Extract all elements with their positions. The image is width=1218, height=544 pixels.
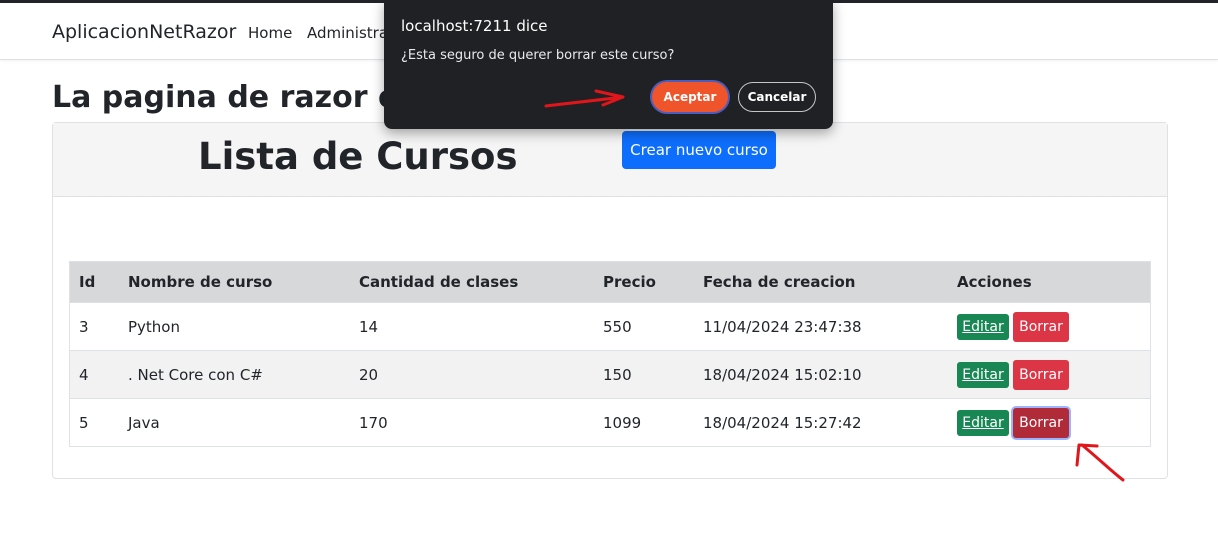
cell-id: 4 [69, 350, 119, 399]
cell-date: 18/04/2024 15:02:10 [694, 350, 948, 399]
cell-classes: 14 [350, 302, 594, 351]
edit-button[interactable]: Editar [957, 409, 1009, 436]
nav-link-administracion[interactable]: Administra [307, 24, 388, 42]
cell-date: 18/04/2024 15:27:42 [694, 398, 948, 447]
dialog-origin: localhost:7211 dice [401, 17, 548, 35]
accept-button[interactable]: Aceptar [652, 82, 728, 112]
nav-link-home[interactable]: Home [248, 24, 292, 42]
column-header-classes: Cantidad de clases [350, 261, 594, 303]
column-header-name: Nombre de curso [119, 261, 350, 303]
cell-name: Python [119, 302, 350, 351]
cell-name: Java [119, 398, 350, 447]
column-header-actions: Acciones [948, 261, 1151, 303]
cell-classes: 20 [350, 350, 594, 399]
create-course-button[interactable]: Crear nuevo curso [622, 131, 776, 169]
table-header-row: Id Nombre de curso Cantidad de clases Pr… [69, 261, 1151, 303]
card-title: Lista de Cursos [198, 135, 518, 178]
table-row: 3 Python 14 550 11/04/2024 23:47:38 Edit… [69, 302, 1151, 351]
cancel-button[interactable]: Cancelar [738, 82, 816, 112]
courses-card: Lista de Cursos Crear nuevo curso Id Nom… [52, 122, 1168, 479]
cell-price: 1099 [594, 398, 694, 447]
delete-button[interactable]: Borrar [1013, 359, 1069, 390]
cell-actions: Editar Borrar [948, 302, 1151, 351]
column-header-date: Fecha de creacion [694, 261, 948, 303]
column-header-price: Precio [594, 261, 694, 303]
cell-actions: Editar Borrar [948, 350, 1151, 399]
table-row: 4 . Net Core con C# 20 150 18/04/2024 15… [69, 350, 1151, 399]
cell-price: 150 [594, 350, 694, 399]
edit-button[interactable]: Editar [957, 361, 1009, 388]
cell-classes: 170 [350, 398, 594, 447]
cell-price: 550 [594, 302, 694, 351]
courses-table: Id Nombre de curso Cantidad de clases Pr… [69, 261, 1151, 447]
card-header: Lista de Cursos Crear nuevo curso [53, 123, 1167, 197]
cell-id: 3 [69, 302, 119, 351]
delete-button[interactable]: Borrar [1013, 311, 1069, 342]
cell-name: . Net Core con C# [119, 350, 350, 399]
edit-button[interactable]: Editar [957, 313, 1009, 340]
brand-link[interactable]: AplicacionNetRazor [52, 21, 236, 43]
column-header-id: Id [69, 261, 119, 303]
cell-id: 5 [69, 398, 119, 447]
table-row: 5 Java 170 1099 18/04/2024 15:27:42 Edit… [69, 398, 1151, 447]
cell-date: 11/04/2024 23:47:38 [694, 302, 948, 351]
dialog-message: ¿Esta seguro de querer borrar este curso… [401, 48, 675, 63]
delete-button-focused[interactable]: Borrar [1013, 407, 1069, 438]
confirm-dialog: localhost:7211 dice ¿Esta seguro de quer… [384, 0, 833, 129]
cell-actions: Editar Borrar [948, 398, 1151, 447]
